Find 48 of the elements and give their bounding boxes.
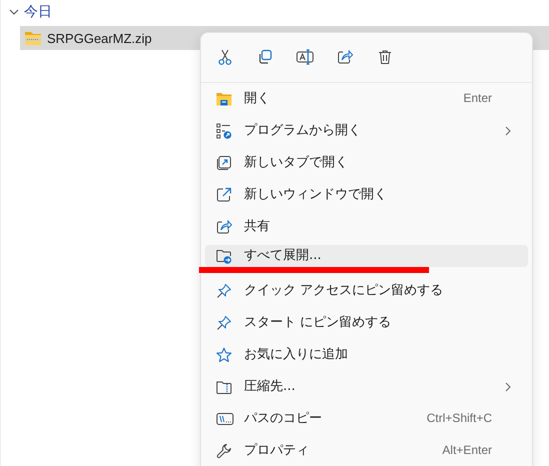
scissors-icon xyxy=(217,49,233,65)
folder-arrow-icon xyxy=(216,248,232,264)
trash-icon xyxy=(377,49,393,65)
chevron-icon[interactable] xyxy=(9,7,19,17)
menu-item[interactable]: すべて展開... xyxy=(205,245,528,267)
copy-icon xyxy=(257,49,273,65)
pin-icon xyxy=(216,315,232,331)
share-icon xyxy=(216,219,232,235)
zip-folder-icon xyxy=(216,379,232,395)
shortcut-text: Ctrl+Shift+C xyxy=(426,412,493,426)
rename-icon xyxy=(296,49,314,65)
menu-item-label: 開く xyxy=(244,92,270,106)
zip-folder-icon xyxy=(24,30,42,46)
pin-icon xyxy=(216,283,232,299)
menu-item-label: お気に入りに追加 xyxy=(244,348,348,362)
shortcut-text: Alt+Enter xyxy=(442,444,493,458)
new-tab-icon xyxy=(216,155,232,171)
menu-item[interactable]: プログラムから開く xyxy=(205,117,528,145)
menu-item-label: 圧縮先... xyxy=(244,380,296,394)
menu-item[interactable]: パスのコピー Ctrl+Shift+C xyxy=(205,405,528,433)
path-icon xyxy=(216,411,234,427)
wrench-icon xyxy=(216,443,232,459)
menu-item-label: プログラムから開く xyxy=(244,124,361,138)
file-name: SRPGGearMZ.zip xyxy=(47,30,152,46)
menu-item-label: すべて展開... xyxy=(244,248,322,264)
menu-item[interactable]: 開く Enter xyxy=(205,85,528,113)
star-icon xyxy=(216,347,232,363)
folder-icon xyxy=(216,91,232,107)
menu-item[interactable]: 圧縮先... xyxy=(205,373,528,401)
menu-item[interactable]: スタート にピン留めする xyxy=(205,309,528,337)
menu-item[interactable]: お気に入りに追加 xyxy=(205,341,528,369)
menu-item-label: スタート にピン留めする xyxy=(244,316,392,330)
menu-item[interactable]: 共有 xyxy=(205,213,528,241)
share-icon xyxy=(337,49,353,65)
menu-item[interactable]: 新しいタブで開く xyxy=(205,149,528,177)
menu-item[interactable]: プロパティ Alt+Enter xyxy=(205,437,528,465)
apps-icon xyxy=(216,123,232,139)
menu-item-label: 新しいタブで開く xyxy=(244,156,348,170)
menu-item-label: 新しいウィンドウで開く xyxy=(244,188,387,202)
menu-item-label: クイック アクセスにピン留めする xyxy=(244,284,444,298)
menu-item-label: プロパティ xyxy=(244,444,309,458)
menu-item[interactable]: クイック アクセスにピン留めする xyxy=(205,277,528,305)
menu-item-label: パスのコピー xyxy=(244,412,322,426)
menu-item-label: 共有 xyxy=(244,220,270,234)
group-header: 今日 xyxy=(24,3,52,21)
external-window-icon xyxy=(216,187,232,203)
shortcut-text: Enter xyxy=(463,92,493,106)
menu-item[interactable]: 新しいウィンドウで開く xyxy=(205,181,528,209)
